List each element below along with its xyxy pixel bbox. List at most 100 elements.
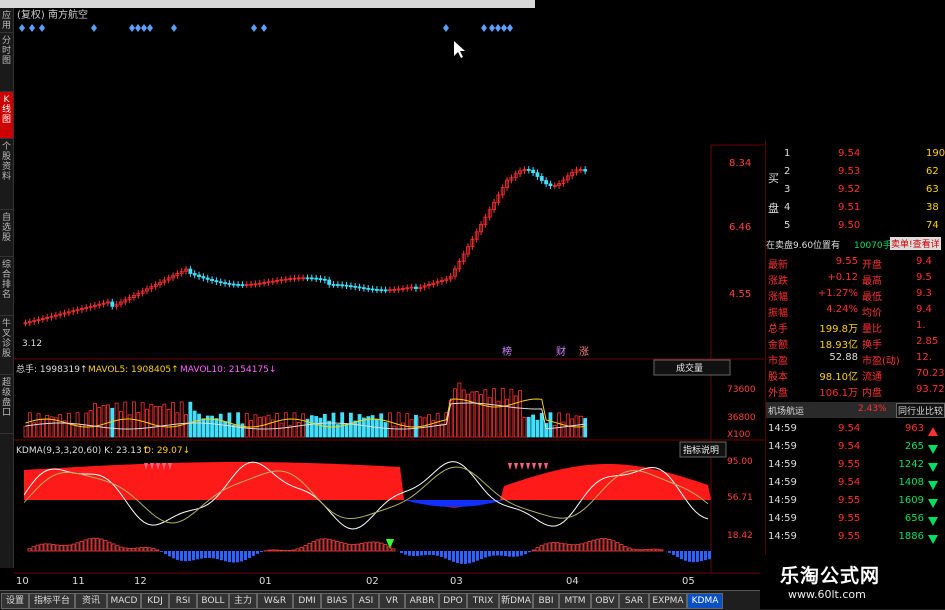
left-nav-item[interactable]: K线图 — [0, 92, 13, 139]
volume-bar — [180, 402, 183, 437]
volume-bar — [172, 403, 175, 437]
macd-hist-bar — [424, 551, 427, 555]
quote-label-2: 内盘 — [862, 384, 882, 399]
in-sell-qty: 10070手 — [854, 238, 892, 251]
macd-hist-bar — [76, 543, 79, 551]
in-sell-button[interactable]: 卖单!查看详 — [890, 237, 941, 250]
indicator-tab[interactable]: 资讯 — [75, 593, 107, 609]
macd-hist-bar — [180, 551, 183, 561]
indicator-tab[interactable]: BBI — [533, 593, 559, 609]
kdma-blue-area — [404, 500, 504, 507]
macd-hist-bar — [428, 551, 431, 555]
order-price: 9.52 — [838, 184, 860, 195]
left-nav-item[interactable]: 个股资料 — [0, 139, 13, 210]
volume-bar — [388, 413, 391, 437]
kdma-axis-label: 95.00 — [727, 457, 753, 467]
macd-hist-bar — [328, 539, 331, 551]
volume-bar — [228, 413, 231, 437]
volume-bar — [189, 402, 192, 437]
quote-value-2: 9.5 — [916, 272, 932, 283]
macd-hist-bar — [652, 549, 655, 551]
volume-bar — [72, 424, 75, 437]
indicator-tab[interactable]: SAR — [619, 593, 649, 609]
quote-label-2: 均价 — [862, 304, 882, 319]
macd-hist-bar — [364, 543, 367, 551]
indicator-tab[interactable]: ASI — [353, 593, 379, 609]
volume-bar — [37, 414, 40, 437]
indicator-tab[interactable]: TRIX — [467, 593, 499, 609]
indicator-tab[interactable]: 主力 — [229, 593, 257, 609]
macd-hist-bar — [112, 544, 115, 551]
macd-hist-bar — [248, 551, 251, 558]
macd-hist-bar — [220, 551, 223, 560]
macd-hist-bar — [628, 548, 631, 551]
quote-label-2: 开盘 — [862, 256, 882, 271]
indicator-tab[interactable]: OBV — [591, 593, 619, 609]
indicator-tab[interactable]: MACD — [107, 593, 141, 609]
indicator-tab[interactable]: DPO — [439, 593, 467, 609]
quote-value-2: 9.3 — [916, 288, 932, 299]
quote-label-2: 最低 — [862, 288, 882, 303]
indicator-tab[interactable]: BOLL — [197, 593, 229, 609]
quote-label-2: 最高 — [862, 272, 882, 287]
macd-hist-bar — [200, 551, 203, 559]
macd-hist-bar — [468, 551, 471, 563]
macd-hist-bar — [436, 551, 439, 556]
indicator-tab[interactable]: 新DMA — [499, 593, 533, 609]
tick-volume: 1408 — [896, 477, 924, 488]
left-nav-item[interactable]: 超级盘口 — [0, 375, 13, 434]
macd-hist-bar — [380, 543, 383, 551]
macd-hist-bar — [188, 551, 191, 561]
volume-total: 总手: 1998319↑ — [16, 363, 88, 375]
volume-bar — [59, 415, 62, 437]
macd-hist-bar — [272, 550, 275, 551]
left-nav-item[interactable]: 应用 — [0, 8, 13, 33]
order-volume: 62 — [926, 166, 939, 177]
candle-body — [219, 282, 222, 283]
macd-hist-bar — [268, 550, 271, 551]
indicator-tab[interactable]: DMI — [293, 593, 321, 609]
macd-hist-bar — [224, 551, 227, 561]
candle-body — [232, 284, 235, 285]
indicator-tab[interactable]: BIAS — [321, 593, 353, 609]
candle-body — [241, 285, 244, 286]
order-side-label: 盘 — [768, 200, 779, 216]
indicator-tab[interactable]: 指标平台 — [29, 593, 75, 609]
macd-hist-bar — [476, 551, 479, 561]
indicator-tab[interactable]: 设置 — [1, 593, 29, 609]
indicator-tab[interactable]: RSI — [169, 593, 197, 609]
sector-compare-button[interactable]: 同行业比较 — [896, 403, 945, 418]
indicator-tab[interactable]: KDMA — [687, 593, 723, 609]
volume-button-label: 成交量 — [676, 362, 703, 374]
indicator-tab[interactable]: ARBR — [405, 593, 439, 609]
macd-hist-bar — [508, 551, 511, 557]
quote-label: 股本 — [768, 368, 788, 383]
volume-bar — [98, 407, 101, 437]
volume-axis-label: 73600 — [727, 385, 756, 395]
indicator-tab[interactable]: EXPMA — [649, 593, 687, 609]
volume-bar — [297, 422, 300, 437]
macd-hist-bar — [700, 551, 703, 561]
indicator-tab[interactable]: VR — [379, 593, 405, 609]
kdma-axis-label: 56.71 — [727, 493, 753, 503]
volume-bar — [258, 418, 261, 437]
kdma-signal-arrow — [544, 463, 548, 470]
volume-bar — [284, 413, 287, 437]
kdma-signal-arrow — [526, 463, 530, 470]
left-nav-item[interactable]: 自选股 — [0, 210, 13, 257]
quote-label: 最新 — [768, 256, 788, 271]
left-nav-item[interactable]: 分时图 — [0, 33, 13, 92]
macd-hist-bar — [228, 551, 231, 562]
kdma-axis-label: 18.42 — [727, 531, 753, 541]
indicator-tab[interactable]: W&R — [257, 593, 293, 609]
volume-bar — [493, 389, 496, 437]
volume-bar — [362, 418, 365, 437]
indicator-tab[interactable]: KDJ — [141, 593, 169, 609]
order-price: 9.53 — [838, 166, 860, 177]
macd-hist-bar — [672, 551, 675, 555]
left-nav-item[interactable]: 牛叉诊股 — [0, 316, 13, 375]
month-label: 02 — [366, 576, 379, 587]
macd-hist-bar — [128, 548, 131, 551]
indicator-tab[interactable]: MTM — [559, 593, 591, 609]
left-nav-item[interactable]: 综合排名 — [0, 257, 13, 316]
